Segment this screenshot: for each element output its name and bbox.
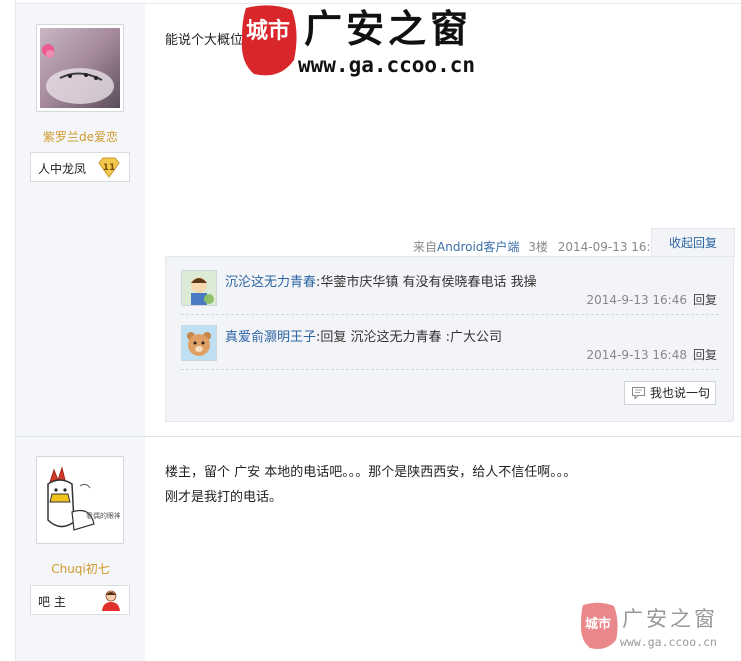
reply-meta: 2014-9-13 16:48 回复 [586,346,717,363]
post-source: 来自Android客户端 [413,240,520,254]
collapse-replies-button[interactable]: 收起回复 [651,228,735,257]
post-text-line: 楼主，留个 广安 本地的电话吧。。。那个是陕西西安，给人不信任啊。。。 [165,465,577,480]
rank-title: 人中龙凤 [38,162,87,176]
level-number: 11 [103,163,116,173]
rank-title: 吧 主 [38,595,66,609]
reply-meta: 2014-9-13 16:46 回复 [586,291,717,308]
reply-username[interactable]: 真爱俞灏明王子 [225,330,316,345]
site-watermark-small: 城市 广安之窗 www.ga.ccoo.cn [580,600,730,652]
avatar[interactable] [36,24,124,112]
add-comment-button[interactable]: 我也说一句 [624,381,716,405]
seal-text: 城市 [246,18,290,44]
reply-time: 2014-9-13 16:48 [586,348,687,362]
level-badge-icon: 11 [98,157,120,178]
reply-text: 沉沦这无力青春:华蓥市庆华镇 有没有侯晓春电话 我操 [225,275,537,290]
reply-divider [181,314,719,315]
avatar-image: 看偶的眼神 [40,460,120,540]
reply-text: 真爱俞灏明王子:回复 沉沦这无力青春 :广大公司 [225,330,503,345]
watermark-site-name: 广安之窗 [622,607,718,631]
reply-item: 真爱俞灏明王子:回复 沉沦这无力青春 :广大公司 2014-9-13 16:48… [181,325,719,379]
cartoon-avatar-icon [182,271,216,305]
thread-page: 紫罗兰de爱恋 人中龙凤 11 能说个大概位 城市 广安之窗 www.ga.cc… [0,0,741,661]
site-watermark: 城市 广安之窗 www.ga.ccoo.cn [240,2,495,80]
post-meta: 来自Android客户端 3楼 2014-09-13 16:44 [413,238,666,255]
post-text-line: 刚才是我打的电话。 [165,490,283,505]
source-link[interactable]: Android客户端 [437,240,519,254]
rank-badge: 吧 主 [30,585,130,615]
floor-number: 3楼 [528,240,548,254]
post-content: 能说个大概位 [165,28,243,53]
reply-divider [181,369,719,370]
reply-item: 沉沦这无力青春:华蓥市庆华镇 有没有侯晓春电话 我操 2014-9-13 16:… [181,270,719,324]
rank-badge: 人中龙凤 11 [30,152,130,182]
watermark-logo-icon: 城市 广安之窗 www.ga.ccoo.cn [580,602,718,649]
author-sidebar: 紫罗兰de爱恋 人中龙凤 11 [16,4,145,436]
author-name[interactable]: Chuqi初七 [16,560,145,577]
author-name[interactable]: 紫罗兰de爱恋 [16,128,145,145]
watermark-url: www.ga.ccoo.cn [298,53,475,77]
avatar-caption: 看偶的眼神 [86,511,120,520]
reply-time: 2014-9-13 16:46 [586,293,687,307]
reply-username[interactable]: 沉沦这无力青春 [225,275,316,290]
post-text-line: 能说个大概位 [165,33,244,48]
reply-avatar[interactable] [181,325,217,361]
bear-avatar-icon [182,326,216,360]
avatar-image [40,28,120,108]
watermark-url: www.ga.ccoo.cn [620,635,717,649]
reply-link[interactable]: 回复 [693,348,717,362]
add-comment-label: 我也说一句 [650,386,711,400]
post-datetime: 2014-09-13 16:44 [557,240,666,254]
reply-avatar[interactable] [181,270,217,306]
seal-text: 城市 [585,616,611,632]
watermark-logo-icon: 城市 广安之窗 www.ga.ccoo.cn [241,5,475,77]
avatar[interactable]: 看偶的眼神 [36,456,124,544]
author-sidebar: 看偶的眼神 Chuqi初七 吧 主 [16,437,145,661]
reply-link[interactable]: 回复 [693,293,717,307]
speech-bubble-icon [632,387,645,399]
post-content: 楼主，留个 广安 本地的电话吧。。。那个是陕西西安，给人不信任啊。。。 刚才是我… [165,460,576,510]
moderator-person-icon [102,590,120,611]
watermark-site-name: 广安之窗 [304,7,472,51]
reply-panel: 沉沦这无力青春:华蓥市庆华镇 有没有侯晓春电话 我操 2014-9-13 16:… [165,256,734,422]
